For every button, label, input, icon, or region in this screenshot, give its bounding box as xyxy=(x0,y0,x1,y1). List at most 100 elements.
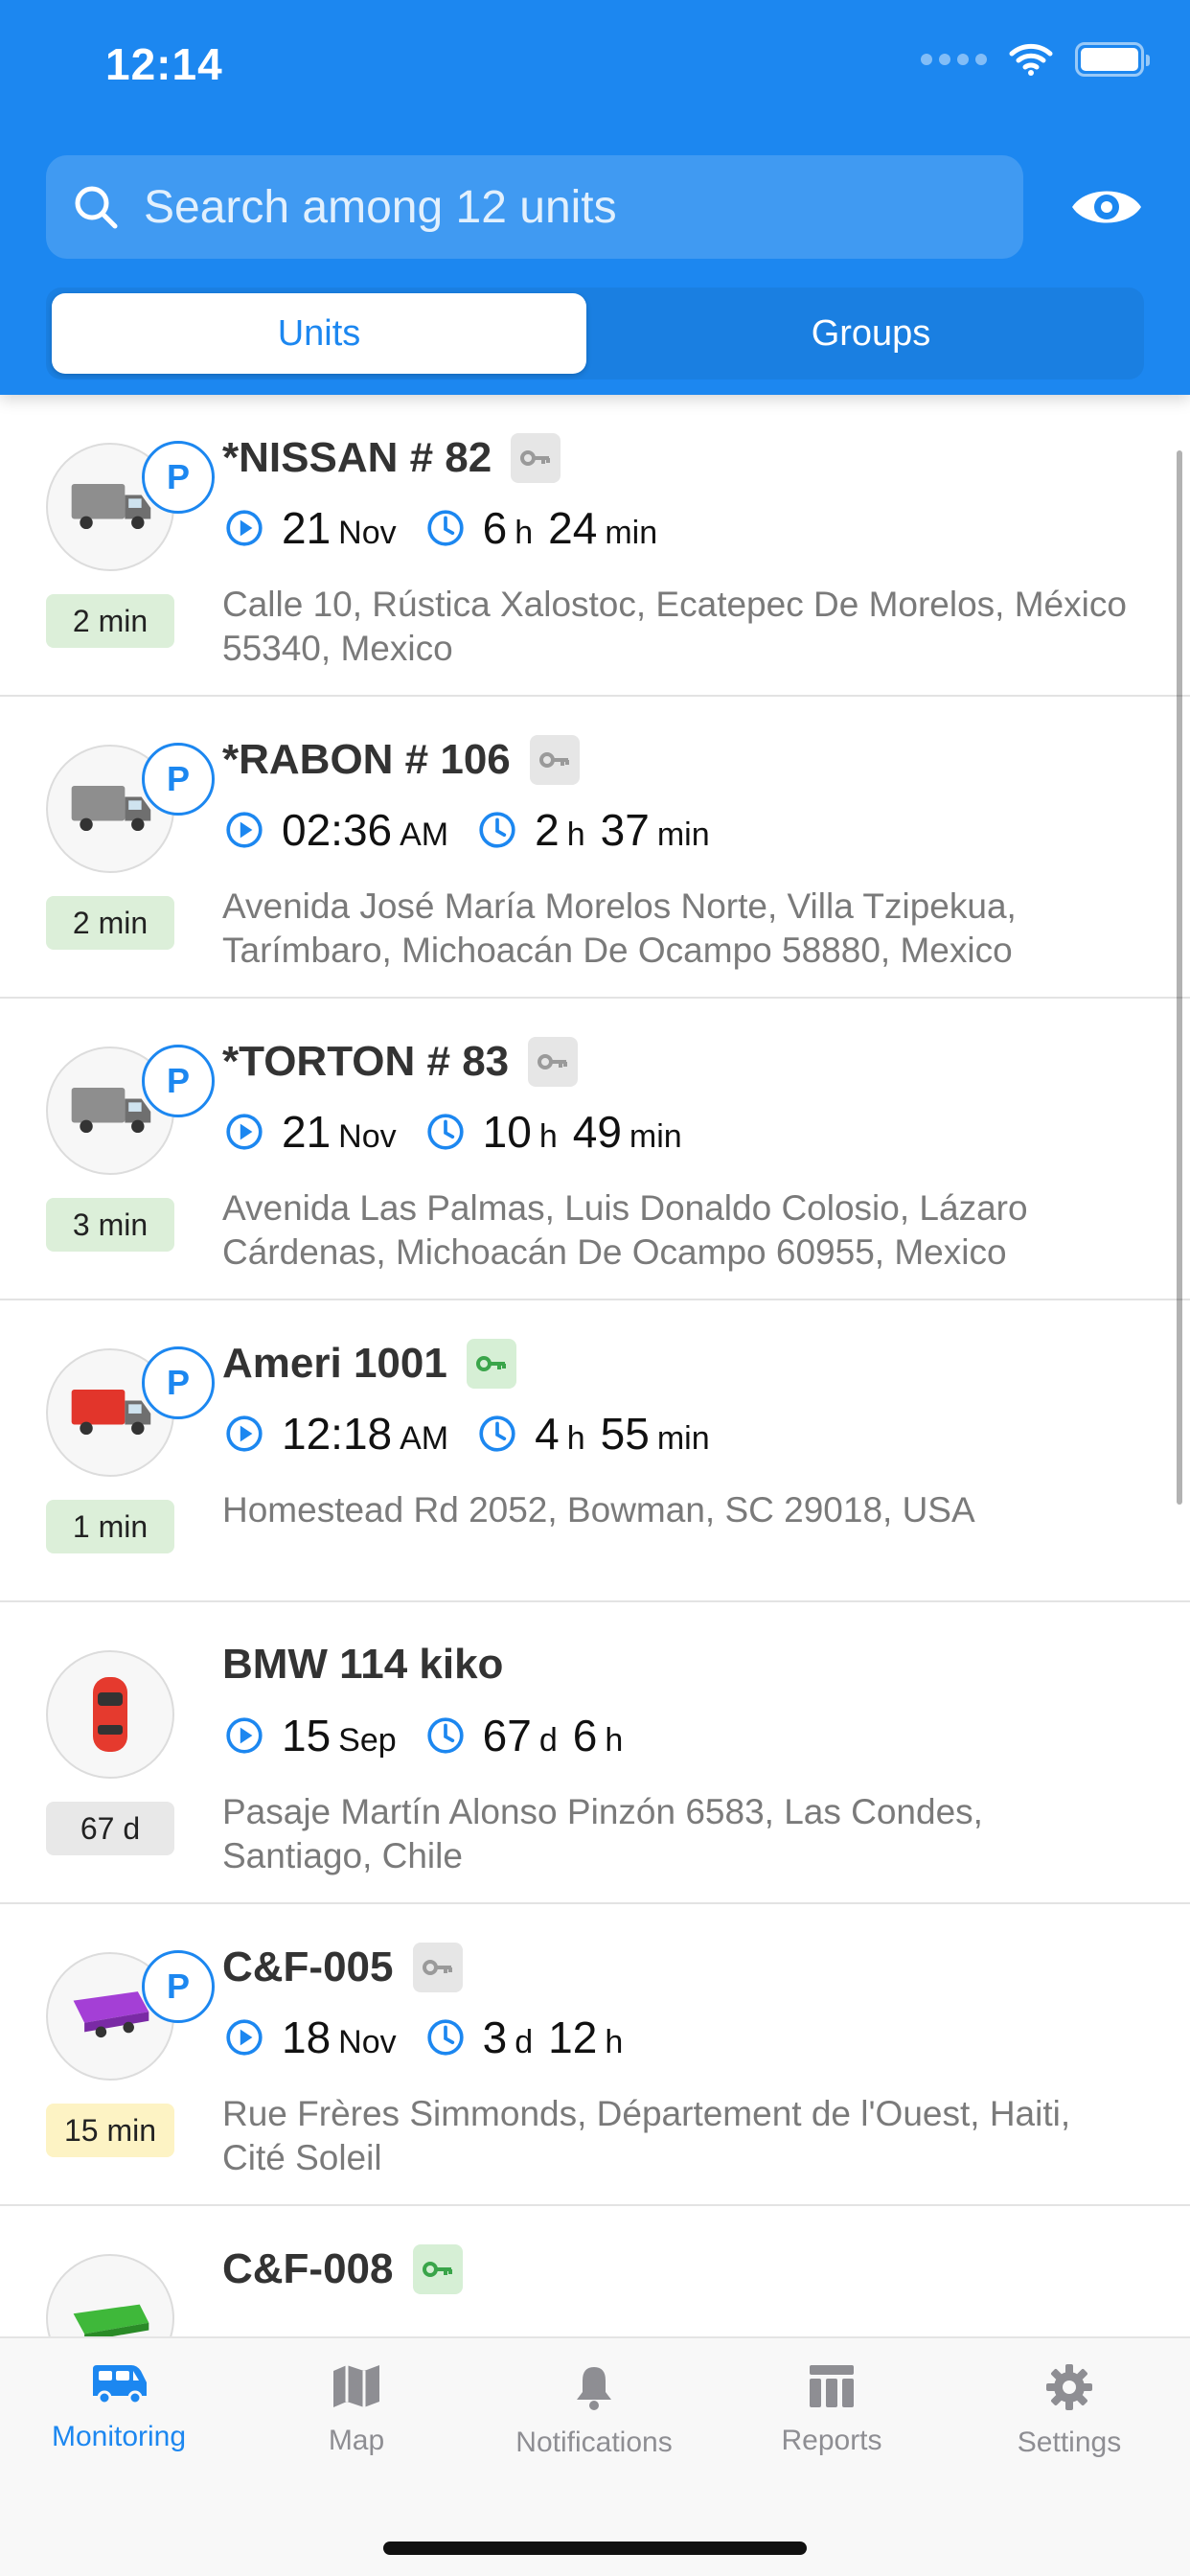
eye-icon xyxy=(1072,191,1141,223)
van-icon xyxy=(93,2365,147,2405)
cellular-signal-icon xyxy=(921,54,987,65)
duration-clock-icon xyxy=(425,2017,466,2058)
duration-clock-icon xyxy=(477,1414,517,1454)
map-icon xyxy=(333,2365,379,2407)
search-input[interactable] xyxy=(144,180,987,234)
units-groups-segmented-control: Units Groups xyxy=(46,288,1144,380)
duration-minor-value: 6 xyxy=(572,1711,598,1760)
tab-units[interactable]: Units xyxy=(52,293,586,374)
duration-major-value: 2 xyxy=(535,805,560,855)
parking-badge: P xyxy=(142,1950,215,2023)
status-time: 12:14 xyxy=(105,39,223,89)
unit-address: Calle 10, Rústica Xalostoc, Ecatepec De … xyxy=(222,585,1127,668)
duration-major-unit: h xyxy=(566,1420,585,1457)
unit-row[interactable]: P 2 min *RABON # 106 02:36 AM 2h 37 min Av… xyxy=(0,697,1190,999)
duration-major-unit: d xyxy=(515,2024,534,2060)
unit-name: *TORTON # 83 xyxy=(222,1038,510,1085)
search-icon xyxy=(67,178,125,236)
duration-minor-unit: min xyxy=(656,816,710,853)
units-list: P 2 min *NISSAN # 82 21 Nov 6h 24 min Call… xyxy=(0,395,1190,2336)
ignition-key-icon xyxy=(466,1339,516,1389)
duration-minor-unit: min xyxy=(656,1420,710,1457)
unit-name: C&F-008 xyxy=(222,2245,394,2292)
tab-settings[interactable]: Settings xyxy=(950,2363,1188,2459)
ignition-key-icon xyxy=(412,1943,463,1992)
home-indicator[interactable] xyxy=(383,2542,807,2555)
tab-notifications[interactable]: Notifications xyxy=(475,2363,713,2459)
last-update-chip: 67 d xyxy=(46,1802,174,1855)
last-update-chip: 3 min xyxy=(46,1198,174,1252)
unit-address: Homestead Rd 2052, Bowman, SC 29018, USA xyxy=(222,1490,975,1530)
duration-minor-value: 24 xyxy=(548,503,598,553)
last-message-icon xyxy=(224,1715,264,1756)
unit-row[interactable]: P 2 min *NISSAN # 82 21 Nov 6h 24 min Call… xyxy=(0,395,1190,697)
ignition-key-icon xyxy=(528,1037,579,1087)
duration-major-value: 10 xyxy=(482,1107,532,1157)
duration-major-unit: h xyxy=(538,1118,558,1155)
duration-clock-icon xyxy=(477,810,517,850)
battery-icon xyxy=(1075,42,1150,77)
last-message-value: 12:18 xyxy=(282,1409,393,1459)
duration-minor-value: 37 xyxy=(600,805,650,855)
duration-clock-icon xyxy=(425,1715,466,1756)
duration-major-unit: h xyxy=(515,515,534,551)
unit-row[interactable]: P 15 min C&F-005 18 Nov 3d 12 h Rue Frères… xyxy=(0,1904,1190,2206)
unit-name: Ameri 1001 xyxy=(222,1340,447,1387)
duration-major-unit: h xyxy=(566,816,585,853)
duration-clock-icon xyxy=(425,508,466,548)
unit-row[interactable]: P 1 min Ameri 1001 12:18 AM 4h 55 min Home… xyxy=(0,1300,1190,1602)
unit-address: Avenida José María Morelos Norte, Villa … xyxy=(222,886,1017,970)
green-trailer-icon xyxy=(46,2254,174,2336)
parking-badge: P xyxy=(142,1045,215,1117)
ignition-key-icon xyxy=(412,2244,463,2294)
last-message-value: 21 xyxy=(282,503,332,553)
scroll-indicator[interactable] xyxy=(1177,450,1182,1505)
unit-address: Pasaje Martín Alonso Pinzón 6583, Las Co… xyxy=(222,1792,983,1875)
last-message-value: 18 xyxy=(282,2012,332,2062)
duration-minor-unit: min xyxy=(629,1118,682,1155)
last-update-chip: 15 min xyxy=(46,2104,174,2157)
duration-major-value: 67 xyxy=(482,1711,532,1760)
parking-badge: P xyxy=(142,441,215,514)
gear-icon xyxy=(1046,2364,1092,2410)
visibility-toggle-button[interactable] xyxy=(1064,169,1150,245)
reports-table-icon xyxy=(810,2365,854,2407)
bell-icon xyxy=(577,2367,611,2410)
unit-address: Rue Frères Simmonds, Département de l'Ou… xyxy=(222,2094,1071,2177)
unit-row[interactable]: P 3 min *TORTON # 83 21 Nov 10 h 49 min Ave… xyxy=(0,999,1190,1300)
tab-label: Reports xyxy=(781,2425,882,2456)
search-bar[interactable] xyxy=(46,155,1023,259)
tab-label: Monitoring xyxy=(51,2421,187,2452)
unit-row[interactable]: 67 d BMW 114 kiko 15 Sep 67 d 6h Pasaje Ma… xyxy=(0,1602,1190,1904)
unit-row[interactable]: C&F-008 xyxy=(0,2206,1190,2336)
duration-minor-value: 49 xyxy=(572,1107,622,1157)
duration-minor-value: 12 xyxy=(548,2012,598,2062)
duration-minor-unit: h xyxy=(605,1722,624,1759)
last-message-unit: Sep xyxy=(338,1722,397,1759)
last-update-chip: 1 min xyxy=(46,1500,174,1553)
unit-name: *NISSAN # 82 xyxy=(222,434,492,481)
status-icons xyxy=(921,42,1150,77)
tab-label: Map xyxy=(328,2425,385,2456)
last-message-icon xyxy=(224,810,264,850)
unit-name: *RABON # 106 xyxy=(222,736,511,783)
last-message-value: 02:36 xyxy=(282,805,393,855)
last-message-value: 21 xyxy=(282,1107,332,1157)
last-update-chip: 2 min xyxy=(46,594,174,648)
tab-label: Settings xyxy=(1017,2426,1122,2458)
tab-map[interactable]: Map xyxy=(238,2363,475,2457)
last-message-unit: Nov xyxy=(338,515,397,551)
top-header: 12:14 Units Groups xyxy=(0,0,1190,395)
unit-address: Avenida Las Palmas, Luis Donaldo Colosio… xyxy=(222,1188,1028,1272)
tab-groups[interactable]: Groups xyxy=(604,293,1138,374)
tab-reports[interactable]: Reports xyxy=(713,2363,950,2457)
wifi-icon xyxy=(1009,43,1053,76)
duration-major-unit: d xyxy=(538,1722,558,1759)
duration-minor-value: 55 xyxy=(600,1409,650,1459)
parking-badge: P xyxy=(142,743,215,816)
duration-minor-unit: h xyxy=(605,2024,624,2060)
tab-monitoring[interactable]: Monitoring xyxy=(0,2363,238,2453)
ignition-key-icon xyxy=(529,735,580,785)
bottom-tab-bar: Monitoring Map Notifications Reports Set… xyxy=(0,2336,1190,2576)
last-message-unit: Nov xyxy=(338,2024,397,2060)
